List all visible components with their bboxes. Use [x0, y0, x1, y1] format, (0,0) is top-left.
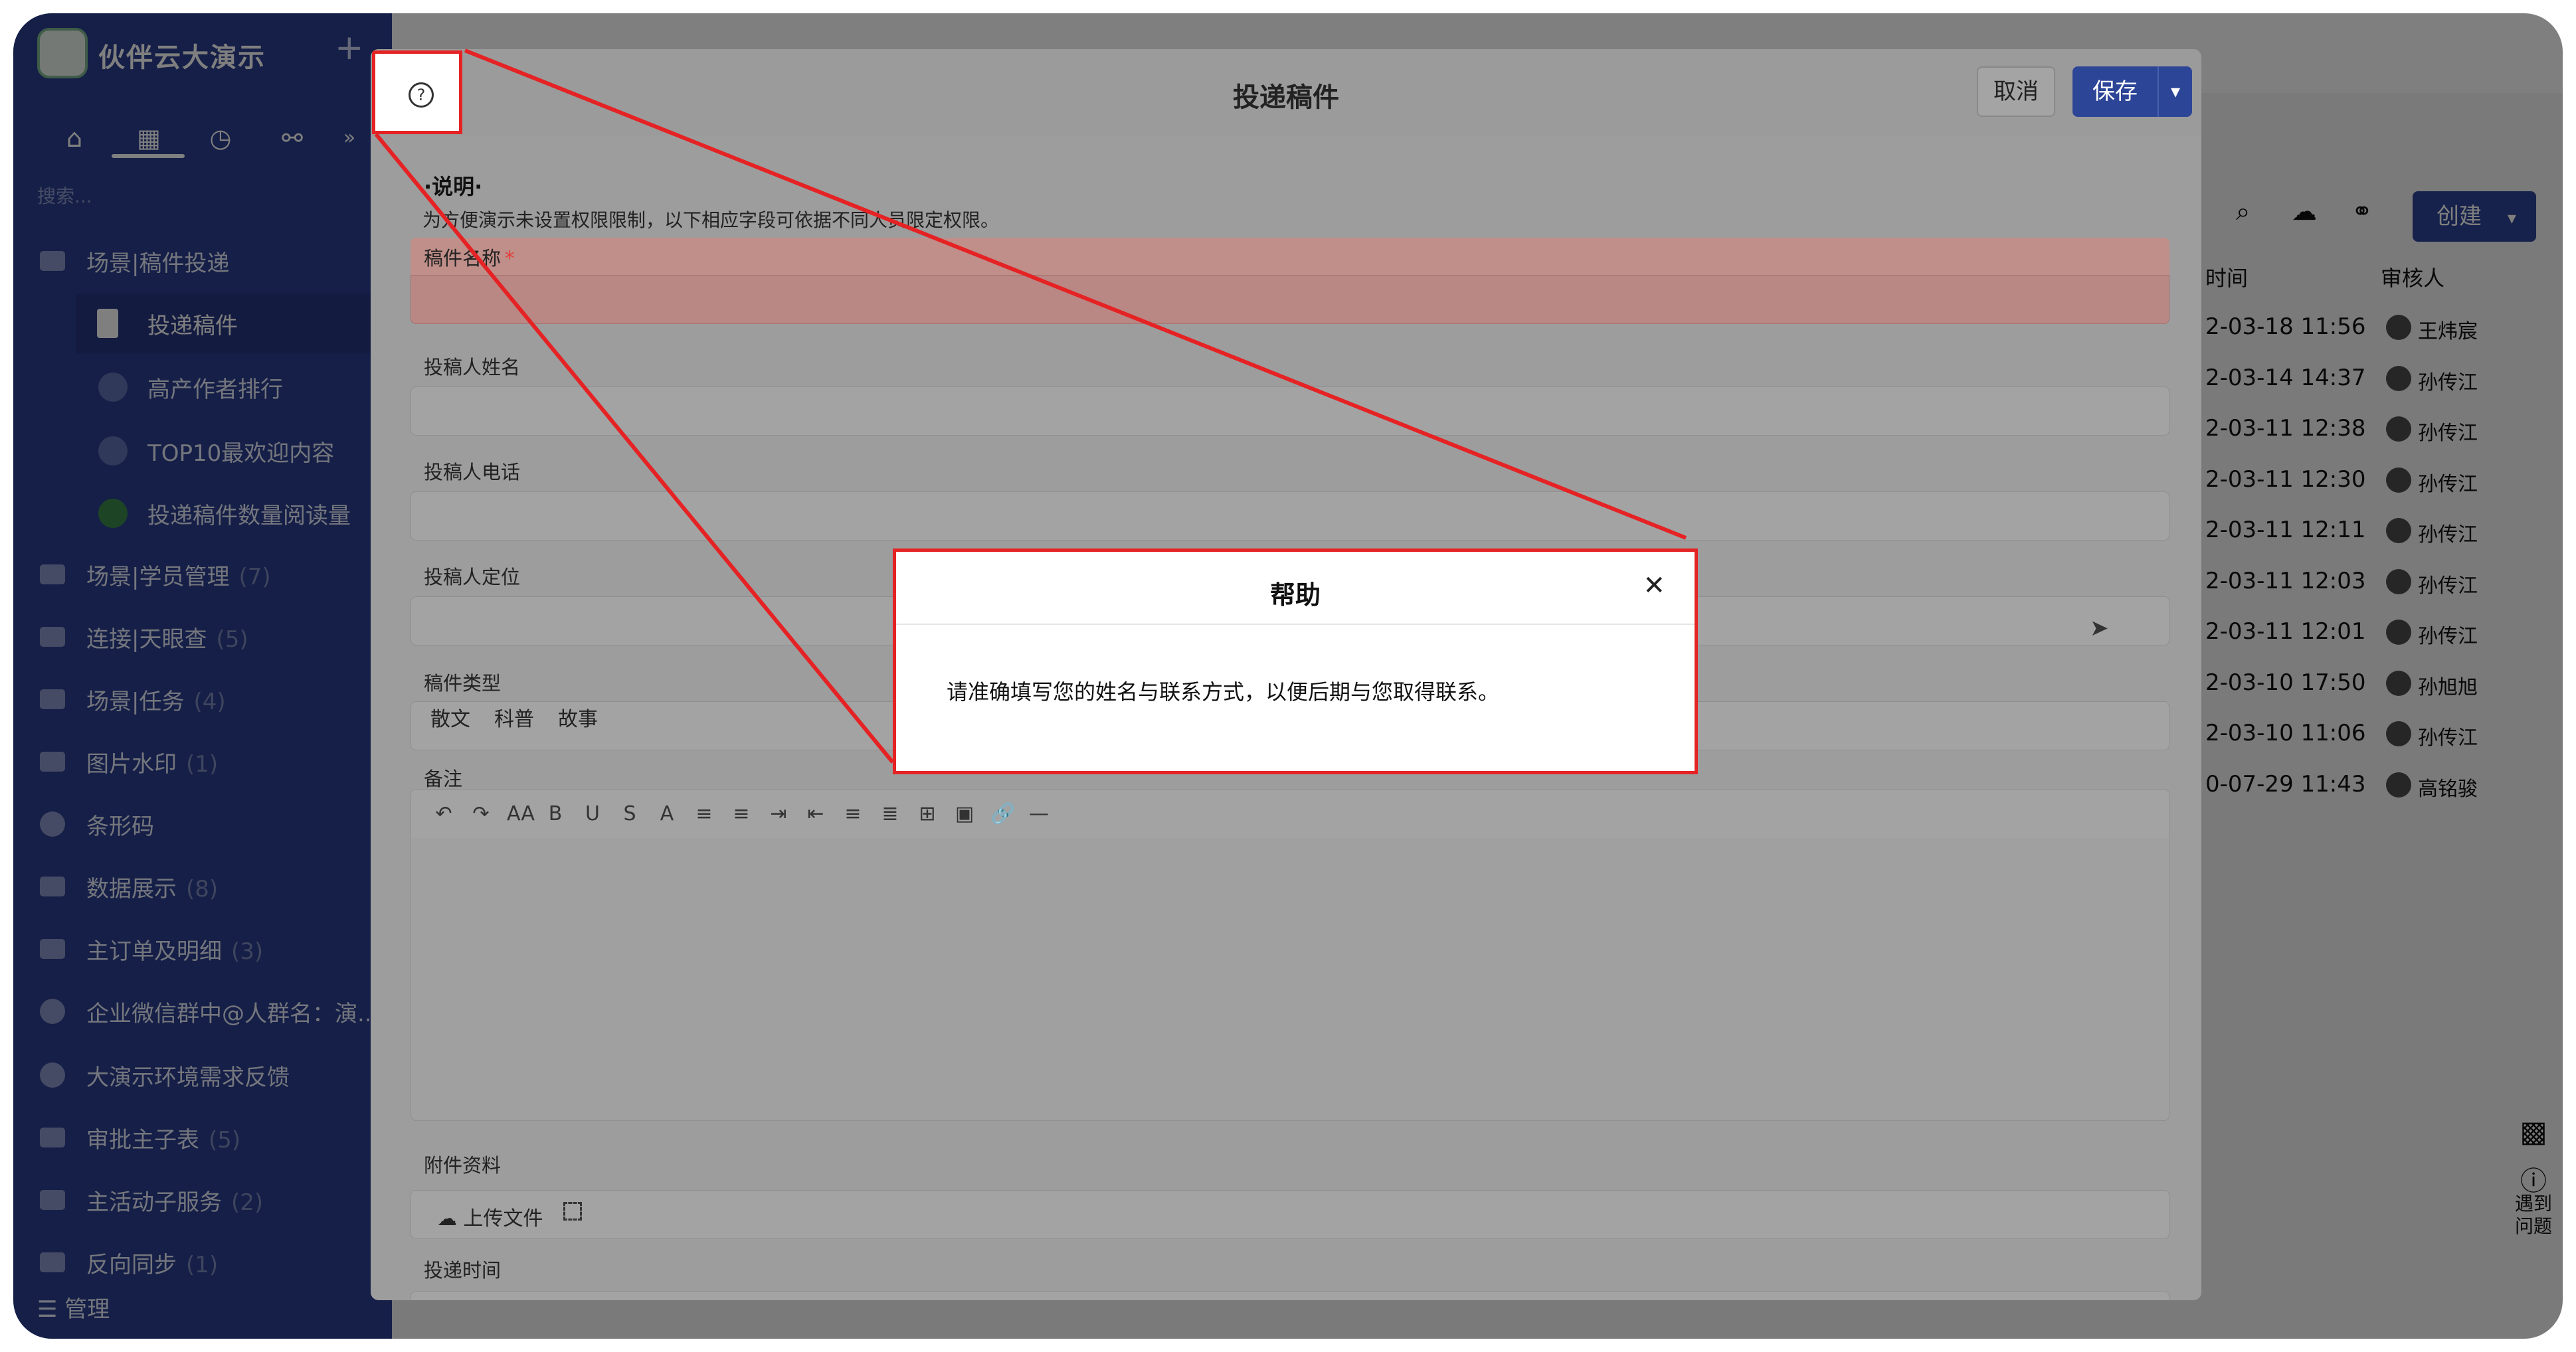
- help-dialog: 帮助 ✕ 请准确填写您的姓名与联系方式，以便后期与您取得联系。: [893, 549, 1698, 774]
- help-dialog-header: 帮助 ✕: [896, 552, 1695, 625]
- help-dialog-body: 请准确填写您的姓名与联系方式，以便后期与您取得联系。: [947, 679, 1500, 705]
- close-icon[interactable]: ✕: [1643, 570, 1665, 601]
- help-dialog-title: 帮助: [1269, 580, 1321, 610]
- app-window: 伙伴云大演示 + ⌂ ▦ ◷ ⚯ » 搜索... 场景|稿件投递 投递稿件 高产…: [13, 13, 2563, 1339]
- callout-line-bottom: [374, 133, 895, 764]
